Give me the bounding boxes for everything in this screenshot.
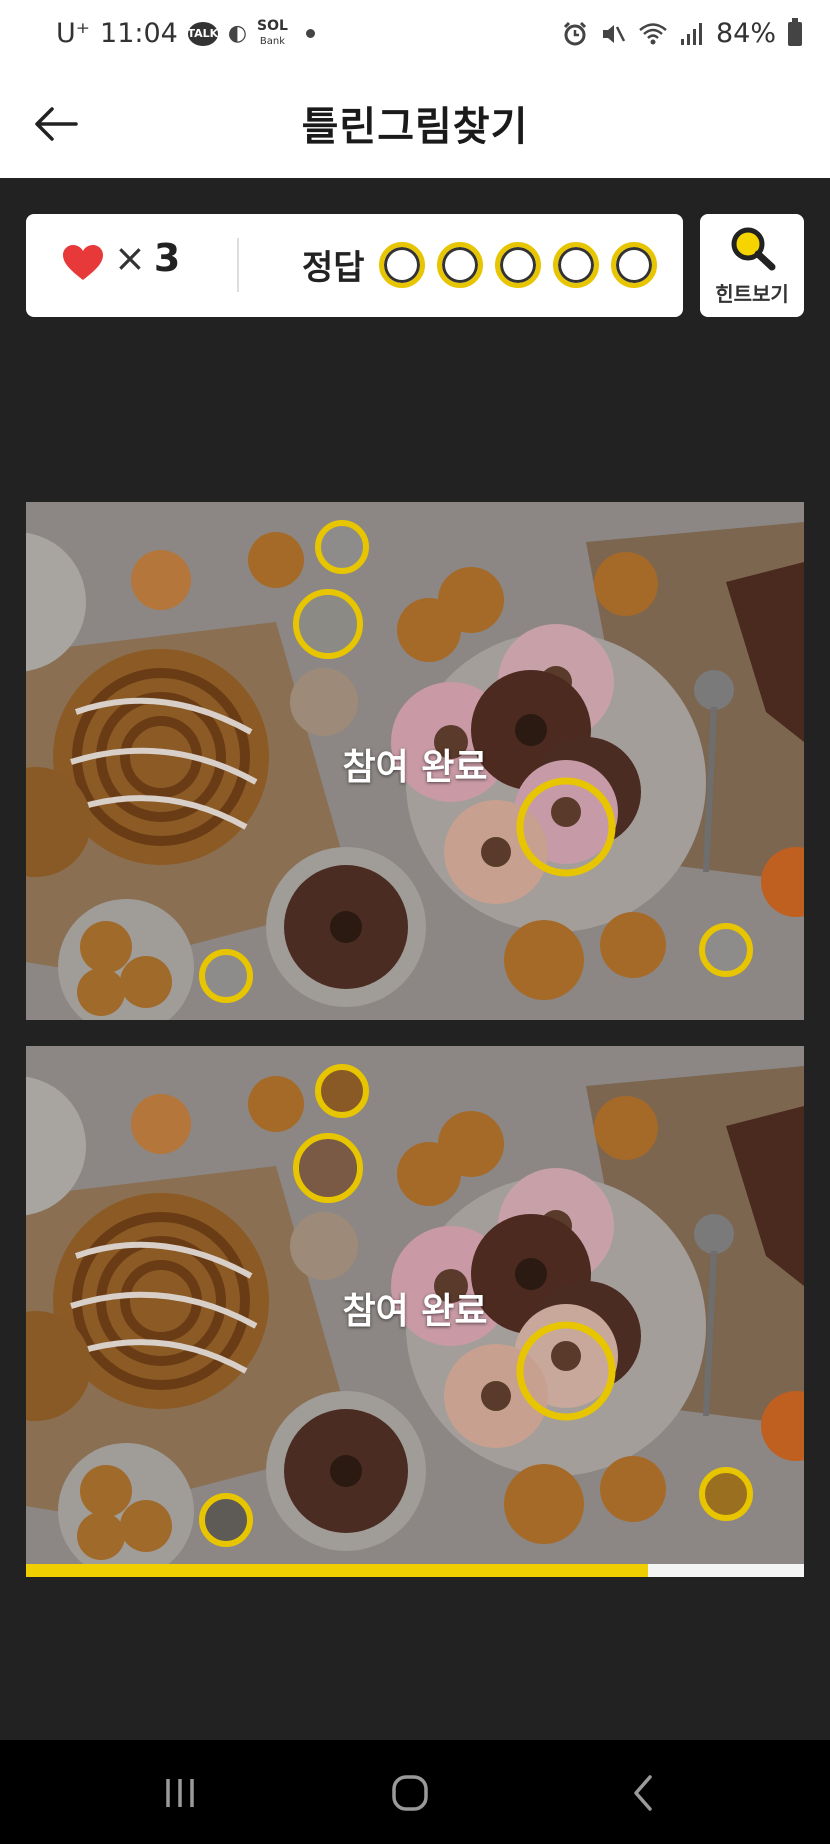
mute-icon	[602, 24, 626, 43]
heart-icon	[63, 245, 103, 280]
answer-slot	[611, 242, 657, 288]
found-marker	[699, 923, 753, 977]
app-bar: 틀린그림찾기	[0, 72, 830, 178]
puzzle-image-bottom[interactable]: 참여 완료	[26, 1046, 804, 1564]
participation-complete-label: 참여 완료	[342, 747, 488, 788]
found-marker	[199, 949, 253, 1003]
home-icon	[392, 1775, 428, 1811]
carrier-label: U⁺	[56, 18, 91, 49]
sol-bank-icon: SOL Bank	[257, 17, 288, 47]
battery-percent: 84%	[715, 18, 776, 49]
answer-slot	[379, 242, 425, 288]
clock: 11:04	[100, 18, 178, 49]
answer-slot	[553, 242, 599, 288]
page-title: 틀린그림찾기	[301, 104, 529, 150]
card-divider	[237, 238, 239, 292]
lives-count: × 3	[114, 236, 180, 280]
lives-value: 3	[153, 236, 181, 280]
puzzle-image-top[interactable]: 참여 완료	[26, 502, 804, 1020]
wifi-icon	[639, 22, 667, 44]
found-marker	[315, 1064, 369, 1118]
recent-apps-icon	[166, 1779, 194, 1807]
status-bar: U⁺ 11:04 TALK ◐ SOL Bank 84%	[0, 0, 830, 72]
alarm-icon	[563, 21, 587, 45]
magnifier-icon	[731, 227, 776, 271]
answer-slots	[379, 242, 657, 288]
found-marker	[293, 1133, 363, 1203]
found-marker	[315, 520, 369, 574]
system-back-button[interactable]	[614, 1768, 674, 1818]
answer-label: 정답	[302, 248, 365, 288]
more-notifications-icon	[305, 29, 315, 38]
found-marker	[699, 1467, 753, 1521]
participation-complete-label: 참여 완료	[342, 1291, 488, 1332]
found-marker	[199, 1493, 253, 1547]
signal-icon	[680, 22, 702, 45]
home-button[interactable]	[380, 1768, 440, 1818]
notification-icon: ◐	[227, 21, 248, 46]
answer-slot	[495, 242, 541, 288]
found-marker	[293, 589, 363, 659]
multiply-symbol: ×	[114, 236, 146, 280]
battery-icon	[788, 17, 802, 46]
answer-slot	[437, 242, 483, 288]
system-nav-bar	[0, 1740, 830, 1844]
score-card: × 3 정답	[26, 214, 683, 317]
timer-progress-fill	[26, 1564, 649, 1577]
timer-progress-bar	[26, 1564, 804, 1577]
hint-button[interactable]: 힌트보기	[700, 214, 804, 317]
hint-label: 힌트보기	[715, 284, 789, 306]
kakaotalk-icon: TALK	[187, 21, 218, 46]
recent-apps-button[interactable]	[150, 1768, 210, 1818]
back-icon	[634, 1775, 652, 1811]
